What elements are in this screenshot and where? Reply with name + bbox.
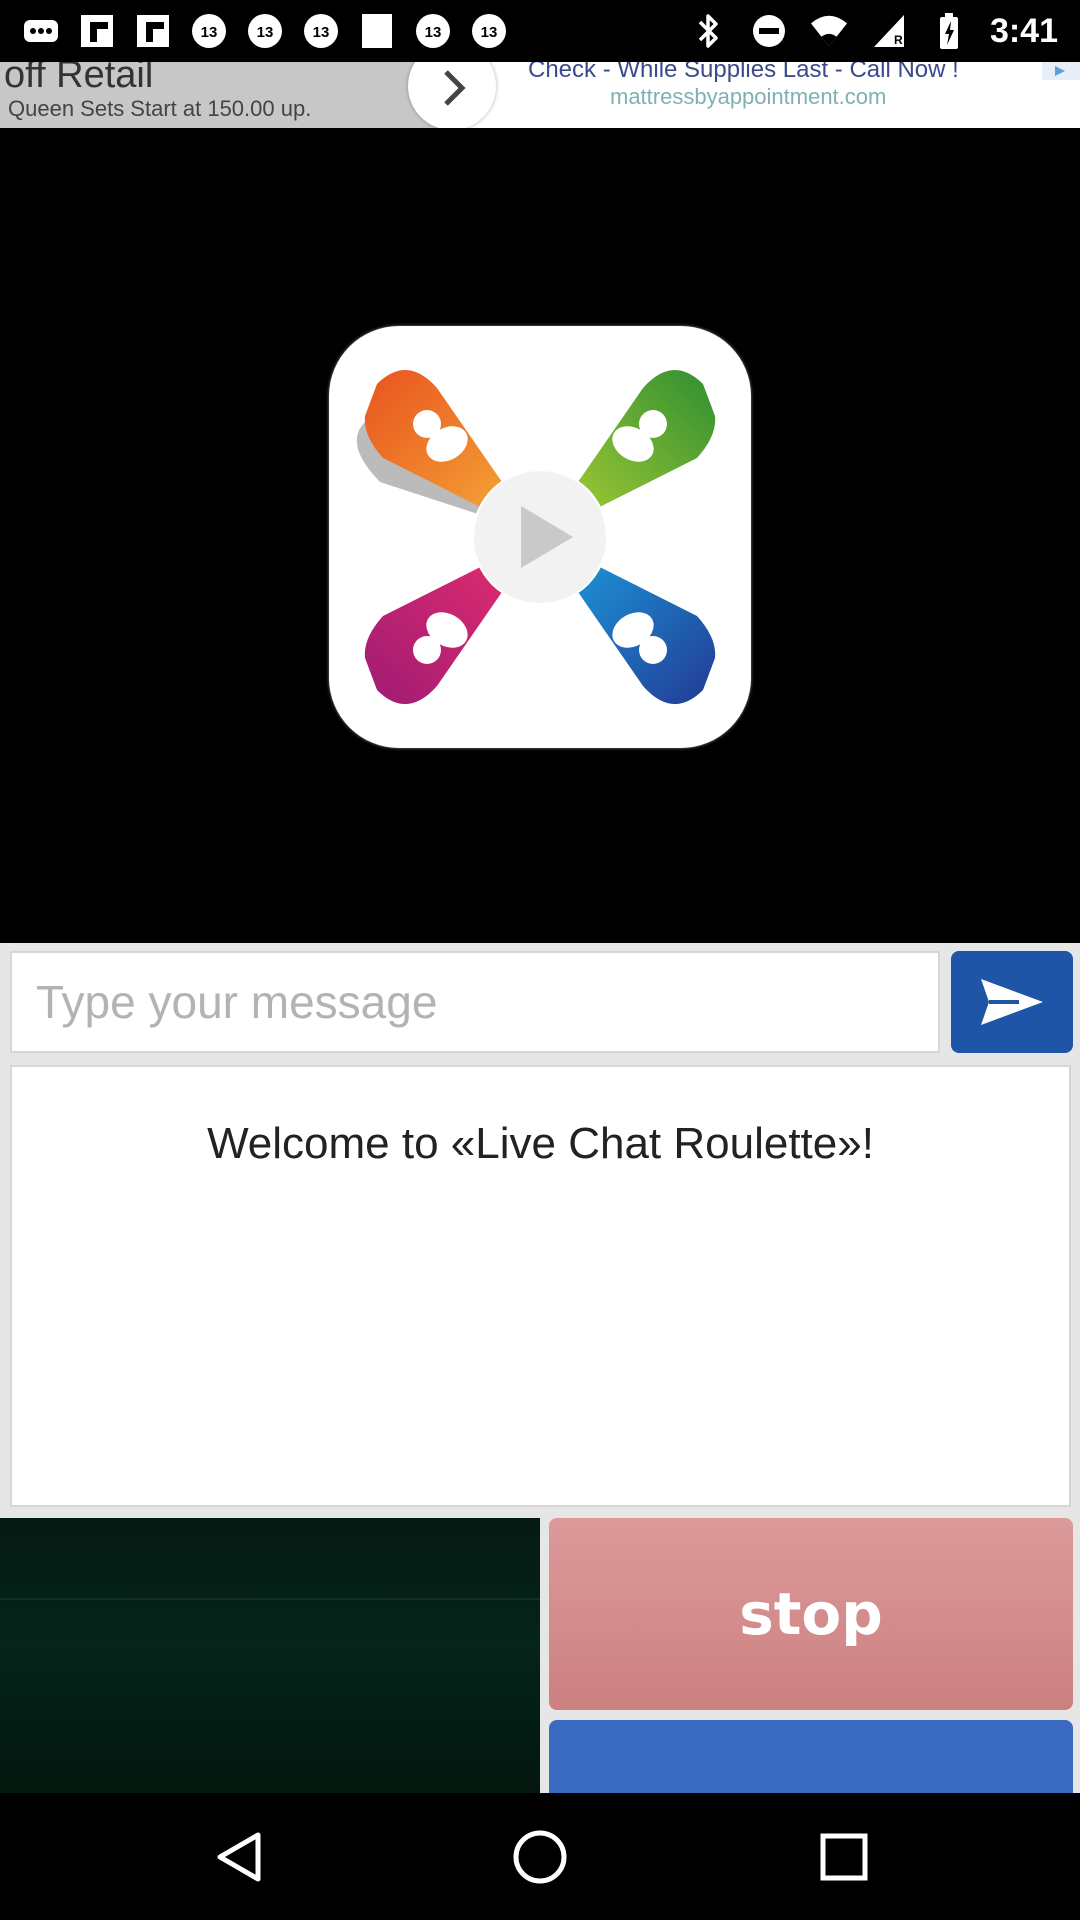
signal-icon: R <box>870 12 908 50</box>
wifi-icon <box>810 12 848 50</box>
abc13-icon: 13 <box>246 12 284 50</box>
send-icon <box>981 979 1043 1025</box>
back-icon <box>217 1832 261 1882</box>
ad-choices-icon[interactable] <box>1042 62 1080 80</box>
chat-area: Welcome to «Live Chat Roulette»! <box>0 943 1080 1518</box>
message-input[interactable] <box>10 951 940 1053</box>
svg-text:13: 13 <box>201 24 218 41</box>
svg-text:13: 13 <box>425 24 442 41</box>
system-icons: R 3:41 <box>690 10 1058 52</box>
abc13-icon: 13 <box>414 12 452 50</box>
svg-text:13: 13 <box>313 24 330 41</box>
abc13-icon: 13 <box>302 12 340 50</box>
ad-arrow-button[interactable] <box>408 62 496 128</box>
video-area <box>0 128 1080 943</box>
send-button[interactable] <box>951 951 1073 1053</box>
back-button[interactable] <box>202 1821 274 1893</box>
bottom-controls: stop <box>0 1518 1080 1810</box>
ad-url[interactable]: mattressbyappointment.com <box>610 84 886 110</box>
do-not-disturb-icon <box>750 12 788 50</box>
ad-right-title[interactable]: Check - While Supplies Last - Call Now ! <box>528 62 959 84</box>
recents-button[interactable] <box>808 1821 880 1893</box>
home-button[interactable] <box>504 1821 576 1893</box>
svg-text:13: 13 <box>257 24 274 41</box>
recents-icon <box>820 1833 868 1881</box>
notification-icons: 13 13 13 13 13 <box>22 12 508 50</box>
navigation-bar <box>0 1793 1080 1920</box>
flipboard-icon <box>134 12 172 50</box>
app-logo <box>329 326 751 748</box>
camera-preview <box>0 1518 540 1793</box>
abc13-icon: 13 <box>190 12 228 50</box>
chat-log: Welcome to «Live Chat Roulette»! <box>10 1065 1071 1507</box>
clock: 3:41 <box>989 11 1058 50</box>
ad-banner[interactable]: off Retail Queen Sets Start at 150.00 up… <box>0 62 1080 128</box>
home-icon <box>513 1830 567 1884</box>
stop-button[interactable]: stop <box>549 1518 1073 1710</box>
live-chat-roulette-logo-icon <box>356 369 716 705</box>
blank-notification-icon <box>358 12 396 50</box>
more-icon <box>22 12 60 50</box>
svg-text:13: 13 <box>481 24 498 41</box>
battery-icon <box>930 12 968 50</box>
welcome-message: Welcome to «Live Chat Roulette»! <box>207 1119 874 1168</box>
svg-text:R: R <box>894 33 903 47</box>
chevron-right-icon <box>444 70 466 106</box>
ad-subline: Queen Sets Start at 150.00 up. <box>8 96 312 121</box>
flipboard-icon <box>78 12 116 50</box>
status-bar: 13 13 13 13 13 R 3:41 <box>0 0 1080 62</box>
bluetooth-icon <box>690 12 728 50</box>
ad-left-panel[interactable]: off Retail Queen Sets Start at 150.00 up… <box>0 62 450 128</box>
abc13-icon: 13 <box>470 12 508 50</box>
camera-preview-band <box>0 1598 540 1600</box>
ad-headline: off Retail <box>4 62 154 96</box>
